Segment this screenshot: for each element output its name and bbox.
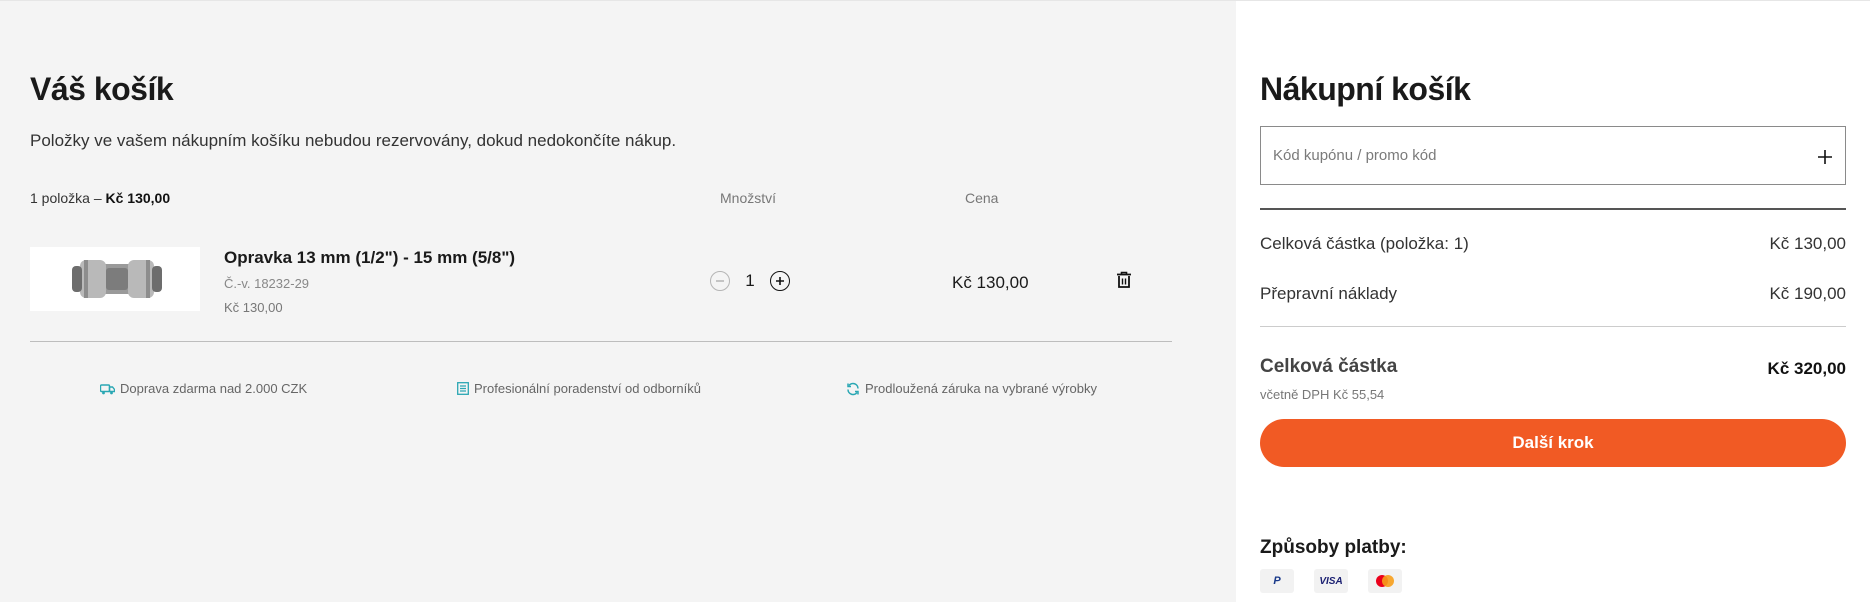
- shipping-value: Kč 190,00: [1769, 284, 1846, 303]
- summary-divider: [1260, 208, 1846, 210]
- perk-extended-warranty: Prodloužená záruka na vybrané výrobky: [846, 381, 1097, 396]
- cart-note: Položky ve vašem nákupním košíku nebudou…: [30, 131, 677, 150]
- product-name[interactable]: Opravka 13 mm (1/2") - 15 mm (5/8"): [224, 248, 515, 268]
- order-summary-panel: Nákupní košík Celková částka (položka: 1…: [1236, 0, 1870, 602]
- decrease-quantity-button[interactable]: [710, 271, 730, 291]
- product-sku: Č.-v. 18232-29: [224, 276, 310, 291]
- minus-icon: [716, 280, 724, 282]
- shipping-row: Přepravní náklady Kč 190,00: [1260, 284, 1846, 304]
- payment-methods: P VISA: [1260, 569, 1402, 593]
- perk-free-shipping: Doprava zdarma nad 2.000 CZK: [100, 381, 307, 396]
- visa-icon: VISA: [1314, 569, 1348, 593]
- total-value: Kč 320,00: [1767, 359, 1846, 378]
- cart-item-count-label: 1 položka –: [30, 190, 106, 206]
- perk-expert-advice: Profesionální poradenství od odborníků: [457, 381, 701, 396]
- add-coupon-button[interactable]: [1817, 143, 1833, 169]
- subtotal-value: Kč 130,00: [1769, 234, 1846, 253]
- paypal-icon: P: [1260, 569, 1294, 593]
- refresh-icon: [847, 382, 859, 395]
- trash-icon: [1117, 271, 1131, 288]
- perk-label: Prodloužená záruka na vybrané výrobky: [865, 381, 1097, 396]
- next-step-button[interactable]: Další krok: [1260, 419, 1846, 467]
- order-summary-title: Nákupní košík: [1260, 71, 1471, 107]
- perk-label: Profesionální poradenství od odborníků: [474, 381, 701, 396]
- payment-methods-title: Způsoby platby:: [1260, 537, 1407, 558]
- coupon-input[interactable]: [1273, 147, 1817, 164]
- column-header-quantity: Množství: [720, 190, 777, 206]
- subtotal-row: Celková částka (položka: 1) Kč 130,00: [1260, 234, 1846, 254]
- hose-connector-image[interactable]: [30, 247, 200, 311]
- summary-divider: [1260, 326, 1846, 327]
- increase-quantity-button[interactable]: [770, 271, 790, 291]
- mastercard-icon: [1368, 569, 1402, 593]
- line-item-price: Kč 130,00: [952, 273, 1029, 292]
- list-icon: [457, 382, 469, 395]
- remove-item-button[interactable]: [1116, 271, 1132, 294]
- product-unit-price: Kč 130,00: [224, 300, 283, 315]
- cart-summary-total: Kč 130,00: [105, 190, 171, 206]
- column-header-price: Cena: [965, 190, 999, 206]
- total-label: Celková částka: [1260, 356, 1398, 377]
- paypal-label: P: [1273, 575, 1281, 587]
- perk-label: Doprava zdarma nad 2.000 CZK: [120, 381, 308, 396]
- cart-item-count: 1 položka – Kč 130,00: [30, 190, 170, 206]
- quantity-stepper: 1: [710, 271, 790, 291]
- cart-title: Váš košík: [30, 71, 174, 107]
- plus-icon: [1818, 149, 1832, 164]
- shipping-label: Přepravní náklady: [1260, 284, 1398, 303]
- cart-divider: [30, 341, 1172, 342]
- subtotal-label: Celková částka (položka: 1): [1260, 234, 1469, 253]
- plus-icon: [776, 277, 784, 285]
- coupon-field: [1260, 126, 1846, 185]
- quantity-value[interactable]: 1: [744, 271, 756, 291]
- cart-panel: Váš košík Položky ve vašem nákupním koší…: [0, 0, 1236, 602]
- truck-icon: [100, 383, 115, 394]
- visa-label: VISA: [1319, 575, 1343, 587]
- vat-note: včetně DPH Kč 55,54: [1260, 387, 1385, 402]
